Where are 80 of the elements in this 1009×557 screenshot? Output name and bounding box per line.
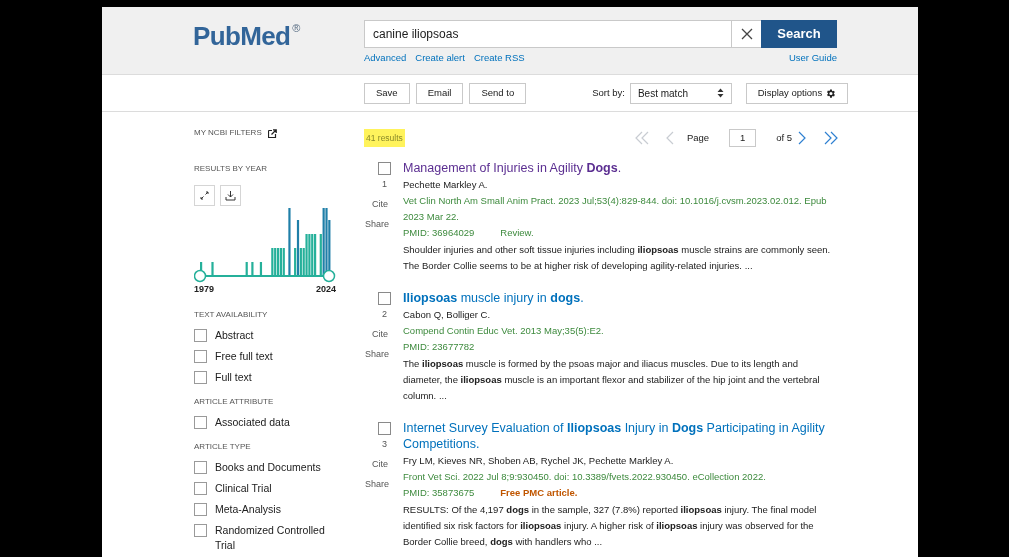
- expand-icon: [200, 191, 209, 200]
- search-option-link[interactable]: Create RSS: [473, 51, 525, 66]
- expand-chart-button[interactable]: [194, 185, 215, 206]
- filter-label[interactable]: Randomized Controlled Trial: [215, 522, 333, 553]
- action-link[interactable]: Cite: [372, 197, 388, 211]
- filter-label[interactable]: Abstract: [215, 327, 333, 343]
- filter-label[interactable]: Free full text: [215, 348, 333, 364]
- download-icon: [225, 190, 236, 201]
- snippet-text: Shoulder injuries and other soft tissue injuries including iliopsoas muscle strains are commonly seen. The Border Collie seems to be at higher risk of developing agility-related injuries. ...: [403, 243, 832, 273]
- result-number: 2: [382, 308, 387, 321]
- pmid-text: PMID: 36964029: [403, 226, 475, 240]
- search-field[interactable]: canine iliopsoas: [364, 20, 732, 48]
- search-option-link[interactable]: Create alert: [415, 51, 465, 66]
- citation-text: Front Vet Sci. 2022 Jul 8;9:930450. doi: 10.3389/fvets.2022.930450. eCollection 2022.: [403, 470, 767, 484]
- section-heading: MY NCBI FILTERS: [194, 127, 262, 139]
- sort-label: Sort by:: [592, 85, 625, 100]
- result-title-link[interactable]: Internet Survey Evaluation of Iliopsoas Injury in Dogs Participating in Agility Competitions.: [403, 420, 832, 452]
- result-title-link[interactable]: Management of Injuries in Agility Dogs.: [403, 160, 832, 176]
- last-page-button[interactable]: [824, 131, 838, 145]
- year-label: 2024: [315, 283, 336, 296]
- article-type-label: Review.: [500, 226, 534, 240]
- results-count: 41 results: [364, 128, 405, 148]
- year-label: 1979: [194, 283, 215, 296]
- section-heading: RESULTS BY YEAR: [194, 163, 268, 175]
- authors-text: Fry LM, Kieves NR, Shoben AB, Rychel JK, Pechette Markley A.: [403, 454, 675, 468]
- close-icon: [740, 28, 753, 40]
- result-number: 1: [382, 178, 387, 191]
- authors-text: Pechette Markley A.: [403, 178, 489, 192]
- clear-search-button[interactable]: [732, 20, 761, 48]
- checkbox[interactable]: [194, 328, 207, 342]
- checkbox[interactable]: [194, 502, 207, 516]
- pmid-text: PMID: 35873675: [403, 486, 475, 500]
- action-link[interactable]: Cite: [372, 327, 388, 341]
- filter-label[interactable]: Clinical Trial: [215, 480, 333, 496]
- page-total: of 5: [776, 130, 792, 145]
- toolbar-button[interactable]: Save: [364, 82, 410, 104]
- filter-label[interactable]: Meta-Analysis: [215, 501, 333, 517]
- checkbox[interactable]: [378, 162, 391, 175]
- checkbox[interactable]: [194, 415, 207, 429]
- action-link[interactable]: Share: [365, 218, 390, 232]
- next-page-button[interactable]: [798, 131, 806, 145]
- action-link[interactable]: Share: [365, 478, 390, 492]
- sort-arrows-icon: [716, 88, 724, 98]
- checkbox[interactable]: [194, 481, 207, 495]
- pmid-text: PMID: 23677782: [403, 340, 475, 354]
- section-heading: TEXT AVAILABILITY: [194, 308, 269, 321]
- section-heading: ARTICLE TYPE: [194, 440, 252, 453]
- toolbar-button[interactable]: Send to: [469, 82, 527, 104]
- section-heading: ARTICLE ATTRIBUTE: [194, 395, 275, 408]
- checkbox[interactable]: [194, 523, 207, 537]
- filter-label[interactable]: Full text: [215, 369, 333, 385]
- citation-text: Vet Clin North Am Small Anim Pract. 2023 Jul;53(4):829-844. doi: 10.1016/j.cvsm.2023.02.012. Epub 2023 Mar 22.: [403, 194, 828, 224]
- download-chart-button[interactable]: [220, 185, 241, 206]
- page-number-field[interactable]: 1: [729, 129, 757, 147]
- pubmed-logo[interactable]: PubMed®: [193, 21, 300, 51]
- user-guide-link[interactable]: User Guide: [788, 51, 837, 66]
- authors-text: Cabon Q, Bolliger C.: [403, 308, 492, 322]
- checkbox[interactable]: [194, 370, 207, 384]
- display-options-button[interactable]: Display options: [745, 82, 848, 104]
- result-title-link[interactable]: Iliopsoas muscle injury in dogs.: [403, 290, 832, 306]
- sort-select[interactable]: Best match: [629, 82, 732, 104]
- search-option-link[interactable]: Advanced: [364, 51, 407, 66]
- toolbar-button[interactable]: Email: [415, 82, 464, 104]
- page-label: Page: [686, 130, 710, 145]
- filter-label[interactable]: Books and Documents: [215, 459, 333, 475]
- checkbox[interactable]: [378, 422, 391, 435]
- action-link[interactable]: Share: [365, 348, 390, 362]
- checkbox[interactable]: [194, 460, 207, 474]
- filter-label[interactable]: Associated data: [215, 414, 333, 430]
- settings-icon: [825, 87, 837, 99]
- checkbox[interactable]: [194, 349, 207, 363]
- result-number: 3: [382, 438, 387, 451]
- free-article-label: Free PMC article.: [500, 486, 578, 500]
- external-link-icon[interactable]: [267, 128, 277, 138]
- search-button[interactable]: Search: [761, 20, 837, 48]
- checkbox[interactable]: [378, 292, 391, 305]
- citation-text: Compend Contin Educ Vet. 2013 May;35(5):E2.: [403, 324, 605, 338]
- action-link[interactable]: Cite: [372, 457, 388, 471]
- snippet-text: RESULTS: Of the 4,197 dogs in the sample, 327 (7.8%) reported iliopsoas injury. The final model identified six risk factors for iliopsoas injury. A higher risk of iliopsoas injury was observed for the Border Collie breed, dogs with handlers who ...: [403, 503, 818, 549]
- snippet-text: The iliopsoas muscle is formed by the psoas major and iliacus muscles. Due to its length and diameter, the iliopsoas muscle is an important flexor and stabilizer of the hip joint and the vertebral column. ...: [403, 357, 821, 403]
